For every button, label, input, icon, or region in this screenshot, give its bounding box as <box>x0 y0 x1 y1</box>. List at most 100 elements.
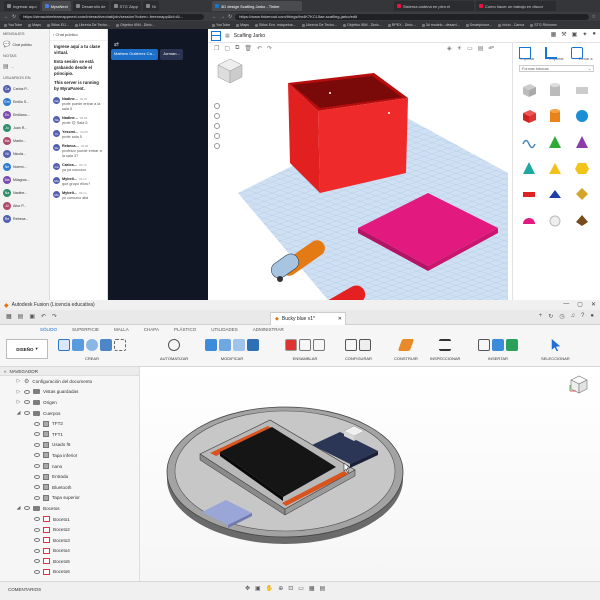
browser-tab[interactable]: Desarrollo de <box>72 1 109 11</box>
zoom-icon[interactable]: ⊕ <box>278 585 283 592</box>
joint-icon[interactable] <box>299 339 311 351</box>
pattern-icon[interactable] <box>114 339 126 351</box>
tree-node[interactable]: Boceto6 <box>0 567 139 578</box>
visibility-eye-icon[interactable] <box>34 527 40 532</box>
url-field[interactable]: https://www.tinkercad.com/things/fm4K7KC… <box>235 13 589 20</box>
user-list-item[interactable]: Ai Aitor P... <box>0 199 49 212</box>
box-red-tile[interactable] <box>519 106 539 126</box>
workplane-icon[interactable] <box>519 47 531 59</box>
share-icon[interactable]: ⇄ <box>114 41 119 48</box>
pan-icon[interactable]: ✋ <box>266 585 273 592</box>
url-field[interactable]: https://stmachinelearnappnext.com/intera… <box>19 13 204 20</box>
bookmark[interactable]: Smartphone... <box>466 23 493 27</box>
bookmark[interactable]: Librería De Techo... <box>302 23 337 27</box>
collapsed-arrow-icon[interactable]: ▷ <box>16 399 21 405</box>
tab-solid[interactable]: SÓLIDO <box>40 327 57 335</box>
bookmark[interactable]: YouTube <box>212 23 230 27</box>
user-list-item[interactable]: Ma Martín... <box>0 134 49 147</box>
grid-icon[interactable]: ▦ <box>225 33 230 39</box>
maximize-icon[interactable]: ▢ <box>577 301 583 308</box>
browser-tab[interactable]: STG Zapp <box>110 1 141 11</box>
diamond-tile[interactable] <box>572 184 592 204</box>
duplicate-icon[interactable]: ⧉ <box>235 45 239 52</box>
shape-category-select[interactable]: Formas básicas ⌄ <box>519 65 594 72</box>
user-list-item[interactable]: Ni Nicolá... <box>0 147 49 160</box>
back-icon[interactable]: ← <box>4 14 9 20</box>
tree-node[interactable]: Tapa inferior <box>0 450 139 461</box>
wedge-red-tile[interactable] <box>519 184 539 204</box>
hole-icon[interactable] <box>100 339 112 351</box>
close-tab-icon[interactable]: ✕ <box>338 316 342 322</box>
comments-panel-toggle[interactable]: COMENTARIOS <box>8 587 41 592</box>
browser-tab[interactable]: Sistema cadena en plen el <box>394 1 474 11</box>
grid-view-icon[interactable]: ▦ <box>551 31 557 38</box>
close-icon[interactable]: ✕ <box>591 301 596 308</box>
note-icon[interactable]: ◈ <box>447 45 452 52</box>
forward-icon[interactable]: → <box>220 14 225 20</box>
look-at-icon[interactable]: ▣ <box>255 585 261 592</box>
automate-menu[interactable]: AUTOMATIZAR <box>160 356 188 361</box>
tree-node[interactable]: ▷ ⚙ Configuración del documento <box>0 376 139 387</box>
bookmark[interactable]: Objetivo IBM - Dinic... <box>343 23 382 27</box>
document-tab[interactable]: ◆ Bucky blue v1* ✕ <box>270 312 346 325</box>
zoom-in-icon[interactable] <box>214 123 220 129</box>
tree-node[interactable]: TFT1 <box>0 429 139 440</box>
bookmark[interactable]: Inicio - Canva <box>498 23 524 27</box>
tab-sheet-metal[interactable]: CHAPA <box>144 327 159 335</box>
bookmark[interactable]: Maps <box>28 23 41 27</box>
workspace-dropdown[interactable]: DISEÑO ▾ <box>6 339 48 359</box>
star-icon[interactable]: ☆ <box>592 14 596 20</box>
bookmark[interactable]: Objetivo IBM - Dinic... <box>116 23 155 27</box>
tree-node[interactable]: ▷ Vistas guardadas <box>0 387 139 398</box>
save-icon[interactable]: ▣ <box>29 313 35 320</box>
expanded-arrow-icon[interactable]: ◢ <box>16 505 21 511</box>
shell-icon[interactable] <box>247 339 259 351</box>
tree-node[interactable]: ▷ Origen <box>0 397 139 408</box>
pyramid-green-tile[interactable] <box>545 132 565 152</box>
half-sphere-pink-tile[interactable] <box>519 210 539 230</box>
box-shape-tile[interactable] <box>519 80 539 100</box>
offset-plane-icon[interactable] <box>397 339 415 351</box>
bookmark[interactable]: RPEX - Dinic... <box>388 23 416 27</box>
construct-menu[interactable]: CONSTRUIR <box>394 356 418 361</box>
fit-icon[interactable]: ⊡ <box>288 585 293 592</box>
new-component-icon[interactable] <box>285 339 297 351</box>
user-list-item[interactable]: Em Emilio S... <box>0 95 49 108</box>
browser-tab[interactable]: Ni <box>142 1 159 11</box>
roof-teal-tile[interactable] <box>519 158 539 178</box>
reload-icon[interactable]: ↻ <box>12 14 16 20</box>
browser-tab[interactable]: 3D design Scafling Jarko - Tinker <box>212 1 302 11</box>
fit-view-icon[interactable] <box>214 113 220 119</box>
tree-node[interactable]: ◢ Cuerpos <box>0 408 139 419</box>
tab-surface[interactable]: SUPERFICIE <box>72 327 99 335</box>
configure-menu[interactable]: CONFIGURAR <box>345 356 372 361</box>
browser-header[interactable]: « NAVEGADOR <box>0 367 139 376</box>
tab-utilities[interactable]: UTILIDADES <box>211 327 238 335</box>
mirror-icon[interactable]: ⟚ <box>488 45 494 52</box>
visibility-eye-icon[interactable] <box>34 421 40 426</box>
cylinder-white-tile[interactable] <box>545 210 565 230</box>
cylinder-orange-tile[interactable] <box>545 106 565 126</box>
select-menu[interactable]: SELECCIONAR <box>541 356 570 361</box>
orbit-icon[interactable]: ✥ <box>245 585 250 592</box>
lightbulb-icon[interactable]: ✦ <box>582 31 587 38</box>
bookmark[interactable]: Maps <box>236 23 249 27</box>
tree-node[interactable]: Entrada <box>0 471 139 482</box>
undo-icon[interactable]: ↶ <box>41 313 46 320</box>
group-icon[interactable]: ▭ <box>467 45 473 52</box>
visibility-eye-icon[interactable] <box>34 548 40 553</box>
user-list-item[interactable]: Re Rebeca... <box>0 212 49 225</box>
visibility-eye-icon[interactable] <box>34 453 40 458</box>
collapsed-arrow-icon[interactable]: ▷ <box>16 378 21 384</box>
redo-icon[interactable]: ↷ <box>267 45 272 52</box>
modify-menu[interactable]: MODIFICAR <box>221 356 243 361</box>
light-icon[interactable]: ☀ <box>457 45 462 52</box>
bookmark[interactable]: STG Rhinomv <box>530 23 557 27</box>
paste-icon[interactable]: ▢ <box>224 45 230 52</box>
parameters-icon[interactable] <box>345 339 358 351</box>
tab-mesh[interactable]: MALLA <box>114 327 129 335</box>
zoom-out-icon[interactable] <box>214 133 220 139</box>
press-pull-icon[interactable] <box>205 339 217 351</box>
tab-plastic[interactable]: PLÁSTICO <box>174 327 196 335</box>
tinkercad-workplane[interactable] <box>208 53 512 300</box>
